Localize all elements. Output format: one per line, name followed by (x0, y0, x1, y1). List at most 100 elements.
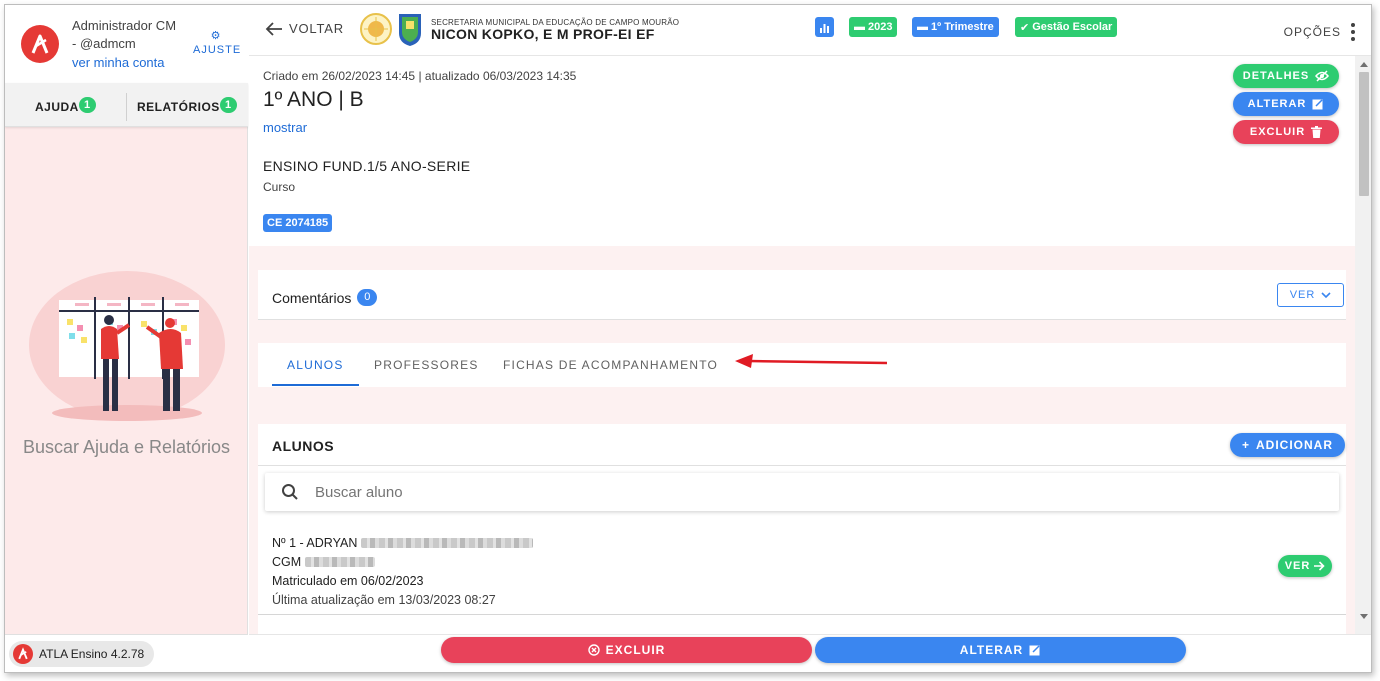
stats-chip[interactable] (815, 17, 834, 37)
comments-panel: Comentários 0 VER (258, 270, 1346, 320)
annotation-arrow-icon (735, 354, 888, 368)
reports-badge: 1 (219, 97, 237, 113)
kebab-menu-icon (1351, 23, 1355, 41)
edit-label: ALTERAR (1247, 98, 1307, 110)
user-panel: Administrador CM - @admcm ver minha cont… (5, 5, 248, 83)
details-label: DETALHES (1242, 70, 1310, 82)
trash-icon (1311, 126, 1323, 138)
view-student-label: VER (1284, 560, 1311, 572)
view-comments-label: VER (1289, 289, 1316, 301)
delete-class-button[interactable]: EXCLUIR (1233, 120, 1339, 144)
atla-mini-logo-icon (13, 644, 33, 664)
settings-label: AJUSTE (193, 44, 242, 56)
tab-teachers[interactable]: PROFESSORES (374, 358, 479, 372)
module-chip-label: Gestão Escolar (1032, 21, 1113, 33)
course-name: ENSINO FUND.1/5 ANO-SERIE (263, 158, 471, 174)
module-chip[interactable]: ✔ Gestão Escolar (1015, 17, 1118, 37)
top-bar: VOLTAR SECRETARIA MUNICIPAL DA EDUCAÇÃO … (249, 5, 1371, 56)
add-student-button[interactable]: + ADICIONAR (1230, 433, 1345, 457)
bottom-action-bar: EXCLUIR ALTERAR (249, 634, 1371, 672)
bottom-edit-button[interactable]: ALTERAR (815, 637, 1186, 663)
bottom-delete-button[interactable]: EXCLUIR (441, 637, 812, 663)
redacted-name (360, 538, 533, 548)
comments-title: Comentários 0 (272, 289, 378, 306)
school-crest-icon (399, 14, 421, 46)
term-chip-label: 1º Trimestre (931, 21, 994, 33)
back-label: VOLTAR (289, 21, 344, 36)
back-button[interactable]: VOLTAR (265, 21, 344, 36)
chevron-down-icon (1321, 291, 1331, 298)
my-account-link[interactable]: ver minha conta (72, 55, 165, 70)
user-name: Administrador CM - @admcm (72, 17, 192, 53)
calendar-icon: ▬ (917, 21, 928, 33)
student-cgm: CGM (272, 555, 375, 569)
tab-students[interactable]: ALUNOS (287, 358, 344, 372)
class-code-chip: CE 2074185 (263, 214, 333, 232)
school-name: NICON KOPKO, E M PROF-EI EF (431, 26, 655, 42)
sidebar: Administrador CM - @admcm ver minha cont… (5, 5, 248, 672)
student-number-name: Nº 1 - ADRYAN (272, 536, 533, 550)
student-list-item: Nº 1 - ADRYAN CGM Matriculado em 06/02/2… (258, 527, 1346, 615)
add-student-label: ADICIONAR (1256, 438, 1333, 452)
year-chip[interactable]: ▬ 2023 (849, 17, 898, 37)
term-chip[interactable]: ▬ 1º Trimestre (912, 17, 999, 37)
redacted-cgm (304, 557, 375, 567)
gear-icon: ⚙ (210, 30, 222, 42)
student-enrolled-date: Matriculado em 06/02/2023 (272, 574, 424, 588)
atla-logo-icon[interactable] (21, 25, 59, 63)
sidebar-footer: ATLA Ensino 4.2.78 (5, 634, 248, 672)
arrow-right-icon (1314, 561, 1325, 571)
options-label: OPÇÕES (1283, 25, 1341, 39)
help-illustration (29, 271, 225, 421)
plus-icon: + (1241, 438, 1250, 452)
bottom-delete-label: EXCLUIR (605, 643, 666, 657)
options-menu-button[interactable]: OPÇÕES (1284, 23, 1355, 41)
delete-label: EXCLUIR (1249, 126, 1306, 138)
reports-tab-label: RELATÓRIOS (137, 100, 220, 114)
bottom-edit-label: ALTERAR (959, 643, 1024, 657)
scroll-thumb[interactable] (1359, 72, 1369, 196)
scroll-up-icon[interactable] (1360, 62, 1368, 67)
cgm-label: CGM (272, 555, 302, 569)
student-name-text: Nº 1 - ADRYAN (272, 536, 358, 550)
edit-icon (1029, 645, 1040, 656)
details-button[interactable]: DETALHES (1233, 64, 1339, 88)
divider (258, 465, 1346, 466)
user-name-text: Administrador CM (72, 18, 177, 33)
main-content: Criado em 26/02/2023 14:45 | atualizado … (249, 56, 1355, 634)
check-circle-icon: ✔ (1020, 21, 1030, 34)
year-chip-label: 2023 (868, 21, 893, 33)
settings-button[interactable]: ⚙ AJUSTE (193, 30, 242, 57)
view-comments-button[interactable]: VER (1277, 283, 1344, 307)
search-icon (282, 484, 298, 500)
help-tab-label: AJUDA (35, 100, 79, 114)
course-label: Curso (263, 180, 296, 194)
sidebar-tab-help[interactable]: AJUDA 1 (35, 97, 96, 114)
students-panel: ALUNOS + ADICIONAR Nº 1 - ADRYAN (258, 424, 1346, 634)
vertical-scrollbar[interactable] (1355, 56, 1371, 634)
version-chip[interactable]: ATLA Ensino 4.2.78 (9, 641, 155, 667)
student-search-input[interactable] (315, 483, 1215, 501)
tab-divider (126, 93, 127, 121)
class-meta: Criado em 26/02/2023 14:45 | atualizado … (263, 69, 577, 83)
students-title: ALUNOS (272, 438, 335, 454)
close-circle-icon (587, 644, 600, 656)
edit-class-button[interactable]: ALTERAR (1233, 92, 1339, 116)
user-handle: - @admcm (72, 36, 136, 51)
help-search-text: Buscar Ajuda e Relatórios (22, 437, 231, 457)
calendar-icon: ▬ (854, 21, 865, 33)
version-label: ATLA Ensino 4.2.78 (39, 647, 145, 661)
scroll-down-icon[interactable] (1360, 614, 1368, 619)
tab-tracking-sheets[interactable]: FICHAS DE ACOMPANHAMENTO (503, 358, 718, 372)
view-student-button[interactable]: VER (1278, 555, 1332, 577)
show-more-link[interactable]: mostrar (263, 120, 307, 135)
active-tab-indicator (272, 384, 359, 386)
student-search-box (265, 473, 1339, 511)
arrow-left-icon (265, 21, 282, 36)
comments-title-text: Comentários (272, 290, 352, 306)
bar-chart-icon (820, 23, 829, 33)
app-window: Administrador CM - @admcm ver minha cont… (4, 4, 1372, 673)
comments-count-badge: 0 (357, 289, 378, 306)
sidebar-tab-reports[interactable]: RELATÓRIOS 1 (137, 97, 237, 114)
class-title: 1º ANO | B (263, 88, 364, 111)
